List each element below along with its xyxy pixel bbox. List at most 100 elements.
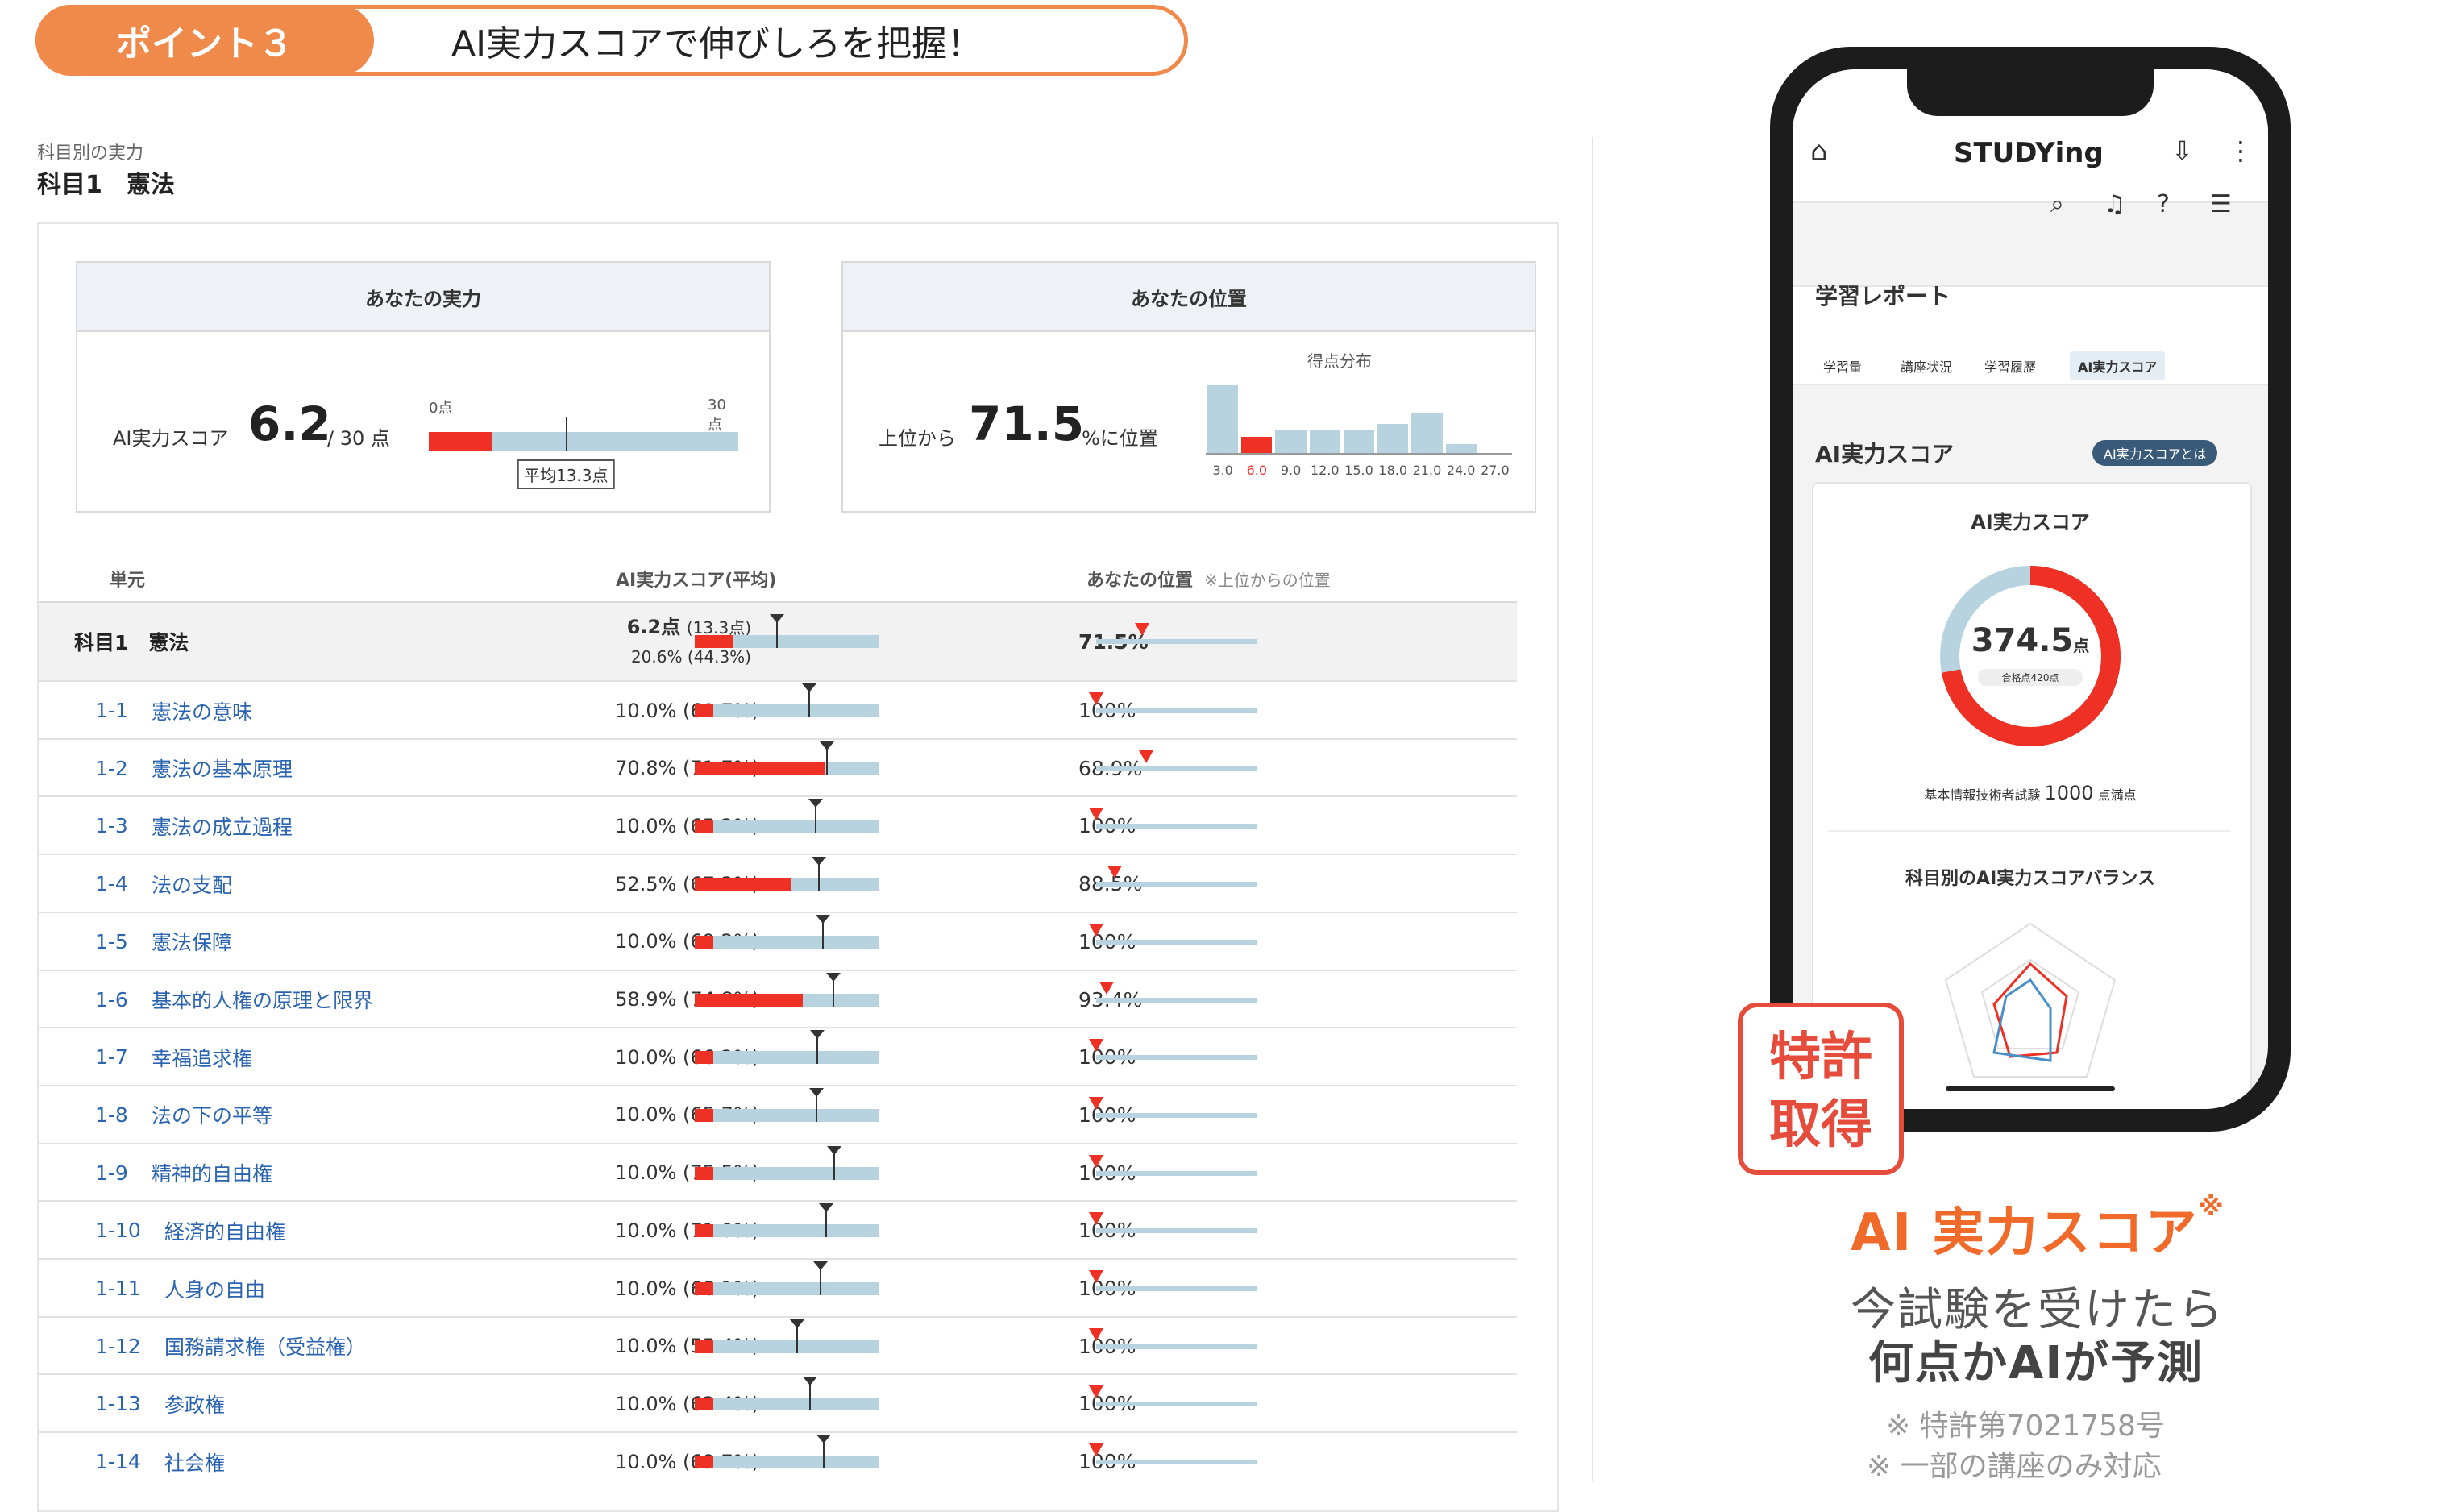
score-bar-fill [695, 704, 713, 717]
phone-notch [1907, 69, 2154, 116]
score-bar [695, 1261, 879, 1295]
home-icon[interactable]: ⌂ [1810, 135, 1828, 168]
report-tab[interactable]: 講座状況 [1892, 351, 1960, 380]
position-card-header: あなたの位置 [843, 263, 1535, 332]
report-tab[interactable]: AI実力スコア [2070, 351, 2166, 380]
histogram-bar [1445, 443, 1477, 453]
average-marker [818, 1203, 833, 1238]
average-marker [825, 972, 841, 1007]
position-line [1089, 923, 1257, 945]
average-marker [820, 741, 835, 775]
position-line [1089, 692, 1257, 713]
score-bar-fill [695, 1224, 713, 1238]
histogram-tick: 12.0 [1310, 463, 1340, 478]
ability-avg-label: 平均13.3点 [517, 459, 615, 489]
page-title: 科目1 憲法 [37, 171, 175, 199]
table-row: 1-3 憲法の成立過程 10.0% (65.2%) 100% [39, 795, 1517, 854]
histogram-tick: 24.0 [1446, 463, 1476, 478]
about-pill[interactable]: AI実力スコアとは [2092, 440, 2218, 466]
histogram-bar [1377, 423, 1409, 453]
score-bar-fill [695, 820, 713, 833]
promo-sub2: 何点かAIが予測 [1868, 1337, 2204, 1389]
position-marker-icon [1089, 1327, 1103, 1341]
exam-unit: 点満点 [2097, 787, 2137, 803]
col-position-note: ※上位からの位置 [1204, 571, 1331, 590]
histogram-bar [1309, 430, 1340, 453]
distribution-histogram [1206, 380, 1512, 455]
position-marker-icon [1089, 1039, 1103, 1053]
score-bar [695, 683, 879, 717]
average-marker [808, 1087, 824, 1122]
average-marker [790, 1319, 805, 1353]
help-icon[interactable]: ? [2157, 190, 2170, 218]
position-marker-icon [1139, 750, 1154, 763]
col-position: あなたの位置 [1086, 571, 1194, 591]
position-line [1096, 866, 1257, 887]
ability-min-tick: 0点 [429, 400, 453, 417]
histogram-bar [1275, 430, 1307, 453]
position-value: 71.5 [969, 397, 1085, 451]
ability-card-header: あなたの実力 [77, 263, 769, 332]
position-line [1089, 1385, 1257, 1407]
bell-icon[interactable]: ♫ [2104, 190, 2125, 218]
exam-note: 基本情報技術者試験 [1924, 787, 2041, 803]
score-bar-fill [695, 878, 791, 891]
average-marker [816, 1435, 831, 1469]
score-bar [695, 741, 879, 775]
table-row: 1-5 憲法保障 10.0% (69.2%) 100% [39, 911, 1517, 970]
average-marker [803, 1377, 818, 1411]
table-row: 1-13 参政権 10.0% (62.4%) 100% [39, 1373, 1517, 1432]
histogram-bar [1207, 385, 1239, 453]
histogram-bar [1411, 412, 1443, 453]
position-line [1096, 623, 1257, 644]
table-row: 1-10 経済的自由権 10.0% (71.0%) 100% [39, 1200, 1517, 1259]
histogram-bar [1343, 430, 1375, 453]
position-suffix: %に位置 [1082, 427, 1158, 450]
report-tab[interactable]: 学習量 [1815, 351, 1870, 380]
menu-icon[interactable]: ☰ [2210, 190, 2232, 218]
score-bar [695, 1435, 879, 1469]
table-row: 1-14 社会権 10.0% (69.7%) 100% [39, 1431, 1517, 1490]
more-icon[interactable]: ⋮ [2228, 135, 2254, 166]
position-line [1089, 1096, 1257, 1118]
score-bar-fill [695, 935, 713, 949]
table-row: 1-6 基本的人権の原理と限界 58.9% (74.8%) 93.4% [39, 969, 1517, 1028]
divider [1592, 137, 1593, 1481]
position-marker-icon [1089, 1443, 1103, 1457]
promo-note1: ※ 特許第7021758号 [1886, 1410, 2165, 1443]
score-bar-fill [695, 993, 804, 1007]
position-marker-icon [1135, 623, 1149, 636]
histogram-tick: 3.0 [1212, 463, 1233, 478]
table-row: 1-4 法の支配 52.5% (67.3%) 88.5% [39, 854, 1517, 912]
ability-card: あなたの実力 AI実力スコア 6.2 / 30 点 0点 30点 平均13.3点 [76, 261, 771, 513]
score-bar [695, 972, 879, 1007]
histogram-bar [1241, 437, 1273, 453]
histogram-tick: 18.0 [1378, 463, 1408, 478]
ability-score: 6.2 [248, 397, 331, 451]
search-icon[interactable]: ⌕ [2050, 190, 2064, 218]
average-marker [801, 683, 816, 717]
report-tab[interactable]: 学習履歴 [1976, 351, 2044, 380]
score-bar [695, 857, 879, 891]
ability-max: / 30 点 [327, 427, 390, 450]
table-row: 1-2 憲法の基本原理 70.8% (71.7%) 68.9% [39, 737, 1517, 797]
position-marker-icon [1099, 981, 1115, 995]
promo-title: AI 実力スコア※ [1851, 1191, 2225, 1263]
donut-note: 合格点420点 [1978, 669, 2083, 686]
histogram-tick: 9.0 [1280, 463, 1302, 478]
position-line [1089, 1212, 1257, 1234]
download-icon[interactable]: ⇩ [2171, 135, 2193, 166]
histogram-tick: 27.0 [1481, 463, 1510, 478]
donut-unit: 点 [2073, 636, 2090, 655]
stamp-line1: 特許 [1769, 1028, 1872, 1087]
score-bar-fill [695, 1166, 713, 1180]
table-row-summary: 科目1 憲法6.2点 (13.3点)20.6% (44.3%)71.5% [39, 601, 1517, 680]
ability-bar-fill [429, 432, 493, 451]
table-row: 1-1 憲法の意味 10.0% (61.7%) 100% [39, 680, 1517, 739]
position-marker-icon [1089, 692, 1103, 705]
donut-value: 374.5 [1971, 622, 2074, 659]
average-marker [809, 1030, 825, 1065]
promo-note2: ※ 一部の講座のみ対応 [1867, 1450, 2162, 1483]
position-line [1089, 1443, 1257, 1465]
score-bar [695, 1030, 879, 1065]
